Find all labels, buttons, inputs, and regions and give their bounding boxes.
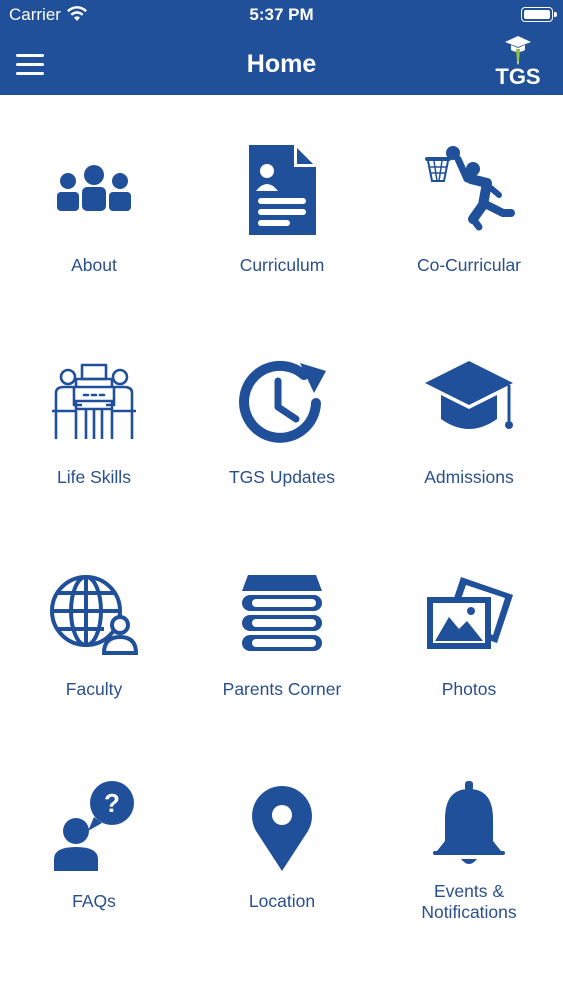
- tile-tgs-updates[interactable]: TGS Updates: [188, 307, 376, 519]
- tile-parents-corner[interactable]: Parents Corner: [188, 519, 376, 731]
- tile-curriculum[interactable]: Curriculum: [188, 95, 376, 307]
- document-icon: [249, 145, 316, 235]
- location-pin-icon: [252, 786, 312, 871]
- tile-label: TGS Updates: [228, 467, 336, 487]
- tile-label: Curriculum: [239, 255, 325, 275]
- tile-co-curricular[interactable]: Co-Curricular: [375, 95, 563, 307]
- tile-location[interactable]: Location: [188, 731, 376, 943]
- tile-label: Parents Corner: [222, 679, 342, 699]
- tile-faqs[interactable]: ? FAQs: [0, 731, 188, 943]
- tile-label-events: Events & Notifications: [421, 881, 517, 922]
- tile-label: Location: [248, 891, 316, 911]
- tile-label: Admissions: [424, 467, 514, 487]
- globe-person-icon: [50, 575, 139, 655]
- svg-text:?: ?: [104, 788, 120, 818]
- people-group-icon: [57, 165, 131, 211]
- tile-faculty[interactable]: Faculty: [0, 519, 188, 731]
- tgs-logo: TGS: [495, 34, 541, 90]
- tile-events-notifications[interactable]: Events & Notifications: [375, 731, 563, 943]
- graduation-cap-icon: [425, 361, 513, 429]
- photos-icon: [427, 577, 513, 649]
- meeting-table-icon: [52, 363, 136, 439]
- basketball-player-icon: [425, 146, 515, 231]
- tile-label: Photos: [441, 679, 497, 699]
- book-stack-icon: [242, 575, 322, 651]
- question-bubble-icon: ?: [54, 781, 134, 871]
- logo-text: TGS: [495, 64, 541, 89]
- tile-admissions[interactable]: Admissions: [375, 307, 563, 519]
- battery-icon: [521, 7, 557, 22]
- tile-label: About: [71, 255, 117, 275]
- status-time: 5:37 PM: [249, 5, 314, 24]
- clock-refresh-icon: [239, 360, 326, 443]
- graduation-cap-logo-icon: [505, 36, 531, 65]
- bell-icon: [433, 781, 505, 864]
- top-bar: Carrier 5:37 PM Home TGS: [0, 0, 563, 95]
- tile-label: Co-Curricular: [416, 255, 522, 275]
- tile-label: Faculty: [65, 679, 123, 699]
- tile-label: Life Skills: [57, 467, 131, 487]
- tile-life-skills[interactable]: Life Skills: [0, 307, 188, 519]
- status-bar: Carrier 5:37 PM: [0, 0, 563, 30]
- page-title: Home: [246, 50, 317, 78]
- tile-label: FAQs: [72, 891, 116, 911]
- tile-about[interactable]: About: [0, 95, 188, 307]
- tile-photos[interactable]: Photos: [375, 519, 563, 731]
